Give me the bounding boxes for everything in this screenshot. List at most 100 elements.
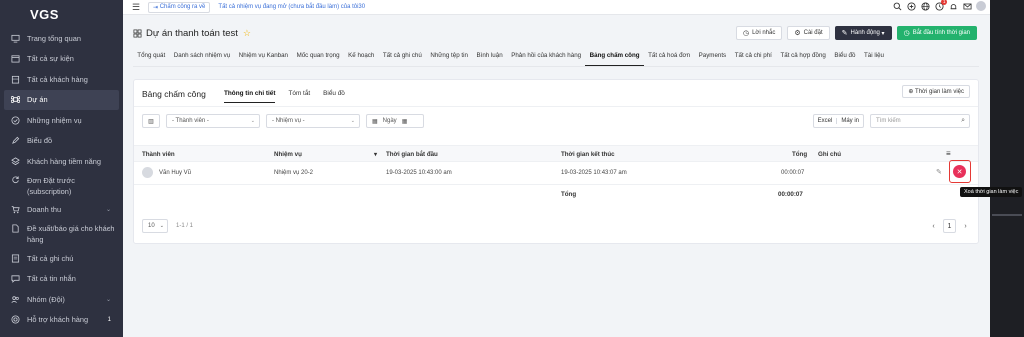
sidebar-item[interactable]: Khách hàng tiềm năng (0, 151, 123, 172)
subtab-details[interactable]: Thông tin chi tiết (224, 90, 276, 103)
project-tab[interactable]: Tất cả ghi chú (379, 49, 426, 66)
project-tab[interactable]: Tổng quát (133, 49, 169, 66)
sidebar-item[interactable]: Trang tổng quan (0, 28, 123, 49)
sidebar-item[interactable]: Tất cả ghi chú (0, 248, 123, 269)
footer-total: 00:00:07 (778, 191, 803, 198)
sort-icon[interactable]: ▾ (374, 151, 377, 158)
bell-icon[interactable] (948, 1, 958, 11)
row-member[interactable]: Văn Huy Vũ (159, 170, 191, 176)
logo-text: VGS (30, 6, 59, 22)
sidebar-item[interactable]: Dự án (4, 89, 119, 110)
col-task[interactable]: Nhiệm vụ (274, 151, 302, 158)
project-tab[interactable]: Tài liệu (860, 49, 889, 66)
next-page-icon[interactable]: › (959, 219, 972, 233)
subtab-chart[interactable]: Biểu đồ (323, 90, 345, 103)
top-bar: ☰ ⇥ Chấm công ra về Tất cả nhiệm vụ đang… (123, 0, 990, 15)
hamburger-icon[interactable]: ☰ (132, 2, 142, 13)
open-tasks-link[interactable]: Tất cả nhiệm vụ đang mở (chưa bắt đầu là… (218, 4, 365, 10)
globe-icon[interactable] (920, 1, 930, 11)
task-filter[interactable]: - Nhiệm vụ - ⌄ (266, 114, 360, 128)
table-footer: Tổng 00:00:07 (134, 185, 978, 203)
add-timelog-button[interactable]: ⊕ Thời gian làm việc (902, 85, 970, 98)
col-note[interactable]: Ghi chú (818, 151, 841, 158)
project-tab[interactable]: Tất cả hoá đơn (644, 49, 695, 66)
sidebar-item-label: Trang tổng quan (27, 33, 81, 43)
sidebar-item-label: Tất cả sự kiện (27, 54, 74, 64)
reminder-button[interactable]: ◷ Lời nhắc (735, 26, 783, 40)
sidebar-item[interactable]: Doanh thu ⌄ (0, 200, 123, 221)
star-icon[interactable]: ☆ (243, 28, 251, 39)
start-timer-label: Bắt đầu tính thời gian (912, 30, 970, 36)
row-total: 00:00:07 (781, 170, 805, 176)
sidebar-item-badge: 1 (107, 316, 111, 323)
print-button[interactable]: Máy in (836, 118, 863, 124)
clock-icon[interactable]: 1 (934, 0, 947, 11)
edit-icon[interactable]: ✎ (936, 168, 942, 176)
col-start[interactable]: Thời gian bắt đầu (386, 151, 438, 158)
actions-dropdown[interactable]: ✎ Hành động ▾ (834, 26, 892, 40)
clock-out-button[interactable]: ⇥ Chấm công ra về (148, 1, 211, 13)
sidebar-item[interactable]: Hỗ trợ khách hàng 1 (0, 310, 123, 331)
page-current[interactable]: 1 (943, 219, 956, 233)
member-filter[interactable]: - Thành viên - ⌄ (166, 114, 260, 128)
project-tab[interactable]: Nhiệm vụ Kanban (234, 49, 292, 66)
notification-count: 1 (941, 0, 947, 5)
user-avatar[interactable] (976, 1, 986, 11)
project-tab[interactable]: Payments (694, 49, 730, 66)
reminder-label: Lời nhắc (752, 30, 776, 36)
col-total[interactable]: Tổng (792, 151, 807, 158)
col-end[interactable]: Thời gian kết thúc (561, 151, 615, 158)
project-tab[interactable]: Tất cả chi phí (730, 49, 776, 66)
project-tab[interactable]: Tất cả hợp đồng (776, 49, 830, 66)
search-placeholder: Tìm kiếm (876, 118, 901, 124)
delete-tooltip: Xoá thời gian làm việc (960, 187, 1023, 197)
excel-button[interactable]: Excel (814, 118, 837, 124)
columns-icon: ▥ (148, 118, 154, 125)
sidebar-item-label: Những nhiệm vụ (27, 115, 82, 125)
sidebar-item[interactable]: Tất cả khách hàng (0, 69, 123, 90)
sidebar-item-label: Tất cả khách hàng (27, 74, 88, 84)
col-member[interactable]: Thành viên (142, 151, 175, 158)
search-icon[interactable] (892, 1, 902, 11)
clock-out-label: Chấm công ra về (159, 4, 206, 10)
sidebar-item[interactable]: Biểu đồ (0, 131, 123, 152)
search-input[interactable]: Tìm kiếm ⌕ (870, 114, 970, 128)
add-circle-icon[interactable] (906, 1, 916, 11)
date-filter[interactable]: ▦ Ngày ▦ (366, 114, 424, 128)
sidebar-item[interactable]: Tất cả tin nhắn (0, 269, 123, 290)
sidebar-nav: Trang tổng quan Tất cả sự kiện Tất cả khác… (0, 28, 123, 330)
chevron-down-icon: ⌄ (105, 207, 111, 214)
sidebar-item[interactable]: Nhóm (Đội) ⌄ (0, 289, 123, 310)
settings-button[interactable]: ⚙ Cài đặt (787, 26, 830, 40)
project-tab[interactable]: Những tệp tin (426, 49, 472, 66)
sidebar-item[interactable]: Tất cả sự kiện (0, 49, 123, 70)
calendar-icon: ▦ (401, 118, 408, 125)
project-tab[interactable]: Bảng chấm công (585, 49, 644, 66)
sidebar-item[interactable]: Đơn Đặt trước (subscription) (0, 172, 123, 200)
project-tab[interactable]: Biểu đồ (830, 49, 860, 66)
prev-page-icon[interactable]: ‹ (927, 219, 940, 233)
delete-button[interactable]: ✕ (953, 165, 966, 178)
check-circle-icon (10, 115, 20, 125)
project-tab[interactable]: Kế hoạch (344, 49, 379, 66)
toggle-columns-button[interactable]: ▥ (142, 114, 160, 128)
project-tab[interactable]: Phản hồi của khách hàng (507, 49, 585, 66)
sidebar-item[interactable]: Đề xuất/báo giá cho khách hàng ⌄ (0, 220, 123, 248)
sidebar-item[interactable]: Những nhiệm vụ (0, 110, 123, 131)
row-task[interactable]: Nhiệm vụ 20-2 (274, 170, 313, 176)
grid-icon (133, 29, 142, 38)
layers-icon (10, 156, 20, 166)
brand-logo[interactable]: VGS (0, 0, 123, 28)
project-tabs: Tổng quát Danh sách nhiệm vụ Nhiệm vụ Kanb… (133, 49, 979, 67)
export-tools: Excel Máy in Tìm kiếm ⌕ (812, 114, 970, 128)
project-tab[interactable]: Danh sách nhiệm vụ (169, 49, 234, 66)
start-timer-button[interactable]: ◷ Bắt đầu tính thời gian (896, 26, 977, 40)
page-size-select[interactable]: 10 ⌄ (142, 219, 168, 233)
menu-icon[interactable]: ≡ (946, 149, 951, 158)
project-tab[interactable]: Bình luận (472, 49, 507, 66)
sidebar-item-label: Nhóm (Đội) (27, 294, 65, 304)
subtab-summary[interactable]: Tóm tắt (288, 90, 310, 103)
page-title: Dự án thanh toán test ☆ (133, 28, 251, 39)
mail-icon[interactable] (962, 1, 972, 11)
project-tab[interactable]: Mốc quan trọng (292, 49, 344, 66)
